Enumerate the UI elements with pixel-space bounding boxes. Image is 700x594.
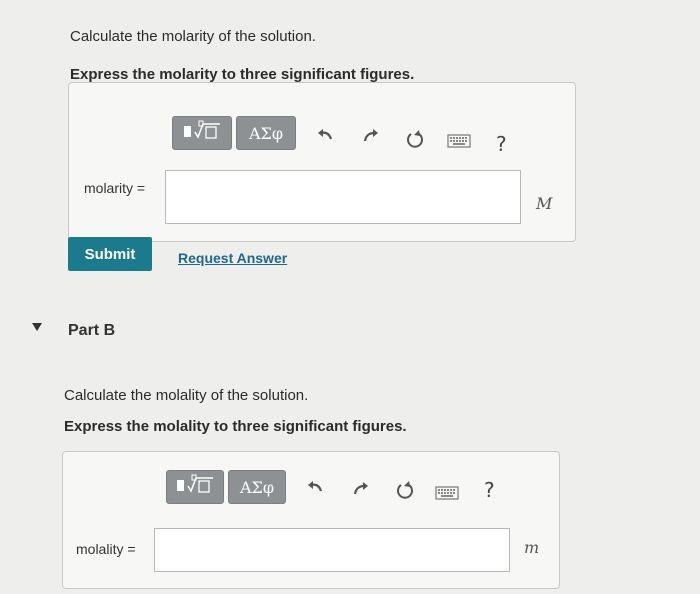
- greek-symbols-button[interactable]: ΑΣφ: [228, 470, 286, 504]
- part-a-question: Calculate the molarity of the solution.: [70, 28, 316, 45]
- molarity-input[interactable]: [165, 170, 521, 224]
- reset-icon[interactable]: [404, 128, 426, 150]
- undo-icon[interactable]: [314, 124, 336, 146]
- redo-icon[interactable]: [360, 124, 382, 146]
- keyboard-icon[interactable]: [446, 130, 472, 152]
- molarity-unit: M: [536, 194, 553, 213]
- reset-icon[interactable]: [394, 479, 416, 501]
- part-b-question: Calculate the molality of the solution.: [64, 387, 309, 404]
- redo-icon[interactable]: [350, 477, 372, 499]
- greek-label: ΑΣφ: [248, 123, 284, 143]
- molality-unit: m: [524, 538, 540, 557]
- part-b-instruction: Express the molality to three significan…: [64, 418, 407, 435]
- templates-button[interactable]: [166, 470, 224, 504]
- templates-icon: [173, 474, 217, 501]
- help-icon[interactable]: ?: [496, 132, 507, 156]
- molarity-label: molarity =: [84, 180, 146, 196]
- request-answer-link[interactable]: Request Answer: [178, 250, 287, 266]
- molality-input[interactable]: [154, 528, 510, 572]
- undo-icon[interactable]: [304, 476, 326, 498]
- submit-button[interactable]: Submit: [68, 237, 152, 271]
- collapse-triangle-icon[interactable]: [30, 320, 44, 334]
- part-a-instruction: Express the molarity to three significan…: [70, 66, 415, 83]
- part-b-title[interactable]: Part B: [68, 322, 115, 340]
- greek-label: ΑΣφ: [239, 477, 275, 497]
- greek-symbols-button[interactable]: ΑΣφ: [236, 116, 296, 150]
- keyboard-icon[interactable]: [434, 482, 460, 504]
- templates-button[interactable]: [172, 116, 232, 150]
- help-icon[interactable]: ?: [484, 478, 495, 502]
- templates-icon: [180, 120, 224, 147]
- molality-label: molality =: [76, 541, 136, 557]
